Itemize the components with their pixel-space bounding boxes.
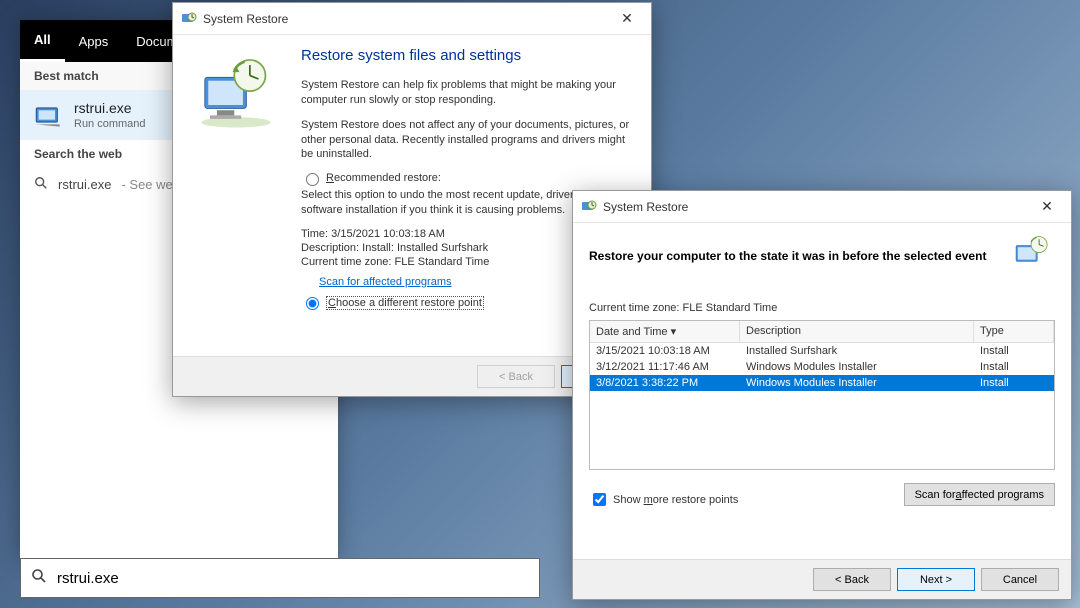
tab-apps[interactable]: Apps: [65, 20, 123, 62]
show-more-checkbox[interactable]: [593, 493, 606, 506]
wizard-graphic: [191, 47, 301, 312]
wizard-heading: Restore system files and settings: [301, 47, 633, 64]
dialog2-titlebar[interactable]: System Restore ✕: [573, 191, 1071, 223]
wizard-graphic-small: [1009, 233, 1055, 278]
close-button[interactable]: ✕: [607, 5, 647, 33]
wizard-para1: System Restore can help fix problems tha…: [301, 78, 633, 108]
taskbar-search-box[interactable]: [20, 558, 540, 598]
show-more-checkbox-row[interactable]: Show more restore pointsShow more restor…: [589, 490, 738, 509]
table-row[interactable]: 3/15/2021 10:03:18 AMInstalled Surfshark…: [590, 343, 1054, 359]
sort-desc-icon: ▾: [671, 326, 677, 338]
time-label: Time:: [301, 228, 328, 240]
search-icon: [31, 568, 47, 589]
col-description[interactable]: Description: [740, 321, 974, 342]
col-type[interactable]: Type: [974, 321, 1054, 342]
tz-label: Current time zone:: [301, 256, 391, 268]
table-row[interactable]: 3/12/2021 11:17:46 AMWindows Modules Ins…: [590, 359, 1054, 375]
col-datetime[interactable]: Date and Time ▾: [590, 321, 740, 342]
radio-choose-label: CChoose a different restore pointhoose a…: [326, 296, 484, 310]
cancel-button[interactable]: Cancel: [981, 568, 1059, 591]
search-icon: [34, 176, 48, 193]
radio-recommended[interactable]: [306, 173, 319, 186]
radio-recommended-label: RRecommended restore:ecommended restore:: [326, 172, 441, 184]
system-restore-icon: [581, 199, 597, 215]
restore-points-table[interactable]: Date and Time ▾ Description Type 3/15/20…: [589, 320, 1055, 470]
run-command-icon: [34, 101, 62, 129]
close-button[interactable]: ✕: [1027, 193, 1067, 221]
time-value: 3/15/2021 10:03:18 AM: [331, 228, 445, 240]
table-header: Date and Time ▾ Description Type: [590, 321, 1054, 343]
tz-value: FLE Standard Time: [395, 256, 490, 268]
desc-label: Description:: [301, 242, 359, 254]
search-input[interactable]: [55, 569, 529, 588]
result-title: rstrui.exe: [74, 100, 146, 116]
table-row[interactable]: 3/8/2021 3:38:22 PMWindows Modules Insta…: [590, 375, 1054, 391]
next-button[interactable]: Next >: [897, 568, 975, 591]
show-more-label: Show more restore pointsShow more restor…: [613, 494, 738, 506]
dialog1-title: System Restore: [203, 12, 288, 26]
back-button: < Back: [477, 365, 555, 388]
tz-line: Current time zone: FLE Standard Time: [589, 302, 1055, 314]
dialog2-footer: < Back Next > Cancel: [573, 559, 1071, 599]
dialog2-heading: Restore your computer to the state it wa…: [589, 249, 997, 263]
web-result-term: rstrui.exe: [58, 177, 111, 192]
result-subtitle: Run command: [74, 118, 146, 130]
dialog2-title: System Restore: [603, 200, 688, 214]
dialog1-titlebar[interactable]: System Restore ✕: [173, 3, 651, 35]
desc-value: Install: Installed Surfshark: [362, 242, 488, 254]
tab-all[interactable]: All: [20, 20, 65, 62]
system-restore-icon: [181, 11, 197, 27]
back-button[interactable]: < Back: [813, 568, 891, 591]
result-text: rstrui.exe Run command: [74, 100, 146, 130]
wizard-para2: System Restore does not affect any of yo…: [301, 118, 633, 163]
scan-affected-link[interactable]: Scan for affected programs: [319, 276, 451, 288]
system-restore-dialog-2: System Restore ✕ Restore your computer t…: [572, 190, 1072, 600]
radio-choose-different[interactable]: [306, 297, 319, 310]
scan-affected-button[interactable]: Scan for affected programsScan for affec…: [904, 483, 1055, 506]
